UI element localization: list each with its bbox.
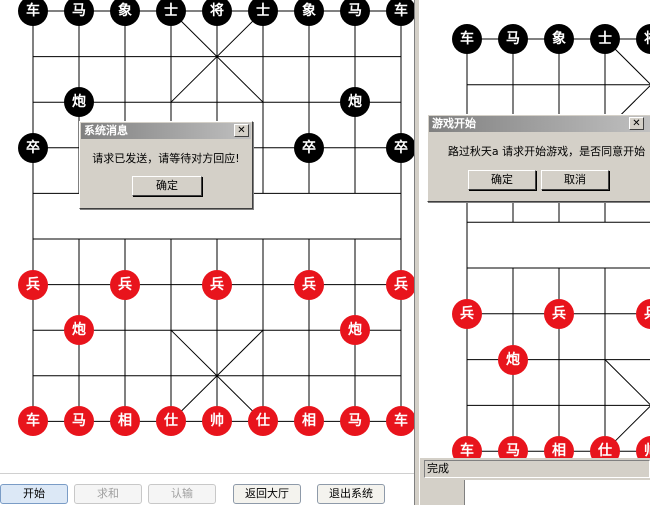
dialog-title: 游戏开始: [432, 117, 476, 130]
black-piece[interactable]: 炮: [64, 87, 94, 118]
black-piece[interactable]: 卒: [18, 132, 48, 163]
black-piece[interactable]: 车: [386, 0, 414, 26]
board-grid: [466, 38, 650, 452]
ok-button[interactable]: 确定: [468, 170, 536, 190]
request-draw-button[interactable]: 求和: [74, 484, 142, 504]
red-piece[interactable]: 相: [110, 406, 140, 437]
red-piece[interactable]: 车: [386, 406, 414, 437]
red-piece[interactable]: 兵: [452, 298, 482, 329]
status-panel: [464, 480, 650, 505]
red-piece[interactable]: 兵: [294, 269, 324, 300]
dialog-message: 请求已发送，请等待对方回应!: [92, 152, 240, 165]
red-piece[interactable]: 马: [340, 406, 370, 437]
board-grid: [32, 10, 402, 422]
red-piece[interactable]: 炮: [340, 315, 370, 346]
dialog-title-bar[interactable]: 系统消息 ✕: [81, 123, 251, 139]
right-chess-board[interactable]: 车马象士将兵兵兵炮车马相仕帅: [420, 0, 650, 458]
cancel-button[interactable]: 取消: [541, 170, 609, 190]
black-piece[interactable]: 车: [452, 24, 482, 54]
red-piece[interactable]: 仕: [248, 406, 278, 437]
black-piece[interactable]: 卒: [386, 132, 414, 163]
red-piece[interactable]: 兵: [18, 269, 48, 300]
exit-system-button[interactable]: 退出系统: [317, 484, 385, 504]
red-piece[interactable]: 兵: [386, 269, 414, 300]
close-icon[interactable]: ✕: [629, 117, 644, 130]
resign-button[interactable]: 认输: [148, 484, 216, 504]
red-piece[interactable]: 兵: [544, 298, 574, 329]
game-start-dialog: 游戏开始 ✕ 路过秋天a 请求开始游戏，是否同意开始 确定 取消: [427, 114, 650, 202]
close-icon[interactable]: ✕: [234, 124, 249, 137]
black-piece[interactable]: 炮: [340, 87, 370, 118]
status-text: 完成: [424, 460, 650, 478]
dialog-title-bar[interactable]: 游戏开始 ✕: [429, 116, 650, 132]
black-piece[interactable]: 卒: [294, 132, 324, 163]
left-chess-board[interactable]: 车马象士将士象马车炮炮卒卒卒兵兵兵兵兵炮炮车马相仕帅仕相马车: [0, 0, 414, 473]
dialog-message: 路过秋天a 请求开始游戏，是否同意开始: [447, 145, 646, 158]
red-piece[interactable]: 车: [18, 406, 48, 437]
black-piece[interactable]: 马: [498, 24, 528, 54]
return-lobby-button[interactable]: 返回大厅: [233, 484, 301, 504]
status-bar: 完成: [420, 458, 650, 505]
red-piece[interactable]: 兵: [202, 269, 232, 300]
red-piece[interactable]: 仕: [156, 406, 186, 437]
red-piece[interactable]: 炮: [64, 315, 94, 346]
red-piece[interactable]: 帅: [202, 406, 232, 437]
red-piece[interactable]: 兵: [110, 269, 140, 300]
start-button[interactable]: 开始: [0, 484, 68, 504]
black-piece[interactable]: 象: [544, 24, 574, 54]
game-toolbar: 开始 求和 认输 返回大厅 退出系统: [0, 473, 414, 506]
red-piece[interactable]: 相: [294, 406, 324, 437]
dialog-title: 系统消息: [84, 124, 128, 137]
red-piece[interactable]: 炮: [498, 344, 528, 375]
black-piece[interactable]: 士: [590, 24, 620, 54]
red-piece[interactable]: 马: [64, 406, 94, 437]
system-message-dialog: 系统消息 ✕ 请求已发送，请等待对方回应! 确定: [79, 121, 253, 209]
ok-button[interactable]: 确定: [132, 176, 202, 196]
